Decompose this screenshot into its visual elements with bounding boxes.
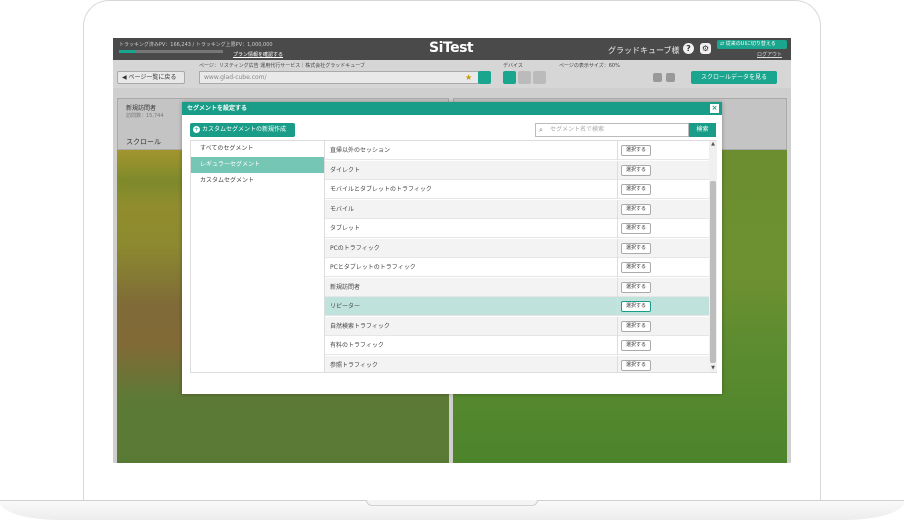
select-segment-button[interactable]: 選択する <box>621 242 651 254</box>
device-label: デバイス <box>503 63 523 69</box>
search-button[interactable]: 検索 <box>689 123 716 137</box>
segment-name: ダイレクト <box>330 166 361 174</box>
row-divider <box>617 258 618 277</box>
logout-link[interactable]: ログアウト <box>757 51 782 58</box>
row-divider <box>617 180 618 199</box>
select-segment-button[interactable]: 選択する <box>621 184 651 195</box>
segment-row: 有料のトラフィック 選択する <box>325 336 709 355</box>
segment-row: 直帰以外のセッション 選択する <box>325 141 709 160</box>
select-segment-button[interactable]: 選択する <box>621 223 651 234</box>
tablet-device-icon[interactable] <box>533 71 546 84</box>
tracking-progress <box>119 50 223 53</box>
row-divider <box>617 160 618 180</box>
modal-title: セグメントを設定する <box>187 105 248 112</box>
select-segment-button[interactable]: 選択する <box>621 320 651 332</box>
row-divider <box>617 219 618 238</box>
row-divider <box>617 277 618 297</box>
zoom-in-icon[interactable] <box>653 73 662 82</box>
back-label: ページ一覧に戻る <box>128 74 177 81</box>
create-custom-segment-button[interactable]: + カスタムセグメントの新規作成 <box>190 123 295 137</box>
segment-row: モバイルとタブレットのトラフィック 選択する <box>325 180 709 199</box>
row-divider <box>617 336 618 355</box>
back-to-pages-button[interactable]: ◀ ページ一覧に戻る <box>117 71 185 84</box>
modal-header: セグメントを設定する × <box>182 102 722 115</box>
row-divider <box>617 355 618 372</box>
select-segment-button[interactable]: 選択する <box>621 281 651 293</box>
row-divider <box>617 199 618 219</box>
segment-category-item[interactable]: レギュラーセグメント <box>191 157 324 173</box>
segment-category-item[interactable]: すべてのセグメント <box>191 141 324 157</box>
select-segment-button[interactable]: 選択する <box>621 301 651 312</box>
segment-name: 参照トラフィック <box>330 361 378 369</box>
select-segment-button[interactable]: 選択する <box>621 164 651 176</box>
panel-title: 新規訪問者 <box>126 105 157 112</box>
row-divider <box>617 238 618 258</box>
segment-name: モバイル <box>330 205 355 213</box>
scroll-down-icon[interactable]: ▼ <box>709 365 717 372</box>
page-toolbar: ◀ ページ一覧に戻る ページ：リスティング広告 運用代行サービス｜株式会社グラッ… <box>113 60 791 88</box>
top-bar: トラッキング済みPV：166,243 / トラッキング上限PV：1,000,00… <box>113 38 791 60</box>
select-segment-button[interactable]: 選択する <box>621 262 651 273</box>
close-icon[interactable]: × <box>710 104 719 113</box>
view-scroll-data-button[interactable]: スクロールデータを見る <box>691 71 777 84</box>
plan-link[interactable]: プラン情報を確認する <box>233 51 283 58</box>
search-placeholder: セグメント名で検索 <box>550 126 605 133</box>
segment-row: タブレット 選択する <box>325 219 709 238</box>
page-label: ページ：リスティング広告 運用代行サービス｜株式会社グラッドキューブ <box>199 63 365 69</box>
star-icon[interactable]: ★ <box>465 73 472 82</box>
segment-name: モバイルとタブレットのトラフィック <box>330 186 432 193</box>
segment-name: タブレット <box>330 225 361 232</box>
segment-row: 自然検索トラフィック 選択する <box>325 316 709 336</box>
gear-icon[interactable]: ⚙ <box>700 43 711 54</box>
search-icon: ⌕ <box>539 126 543 134</box>
scroll-thumb[interactable] <box>710 181 716 363</box>
row-divider <box>617 316 618 336</box>
segment-row: PCとタブレットのトラフィック 選択する <box>325 258 709 277</box>
user-name: グラッドキューブ様 <box>608 46 680 55</box>
segment-name: 自然検索トラフィック <box>330 322 390 330</box>
segment-row: モバイル 選択する <box>325 199 709 219</box>
panel-sub: 訪問数：15,744 <box>126 113 164 119</box>
segment-category-list: すべてのセグメント レギュラーセグメント カスタムセグメント <box>191 141 325 372</box>
select-segment-button[interactable]: 選択する <box>621 340 651 351</box>
row-divider <box>617 297 618 316</box>
segment-row: ダイレクト 選択する <box>325 160 709 180</box>
create-custom-segment-label: カスタムセグメントの新規作成 <box>202 126 287 133</box>
segment-search-input[interactable]: ⌕ セグメント名で検索 <box>535 123 689 137</box>
segment-row: PCのトラフィック 選択する <box>325 238 709 258</box>
select-segment-button[interactable]: 選択する <box>621 145 651 156</box>
segment-name: リピーター <box>330 303 361 310</box>
scroll-tab[interactable]: スクロール <box>126 137 161 147</box>
sitest-logo: SiTest <box>429 40 474 56</box>
switch-old-ui-button[interactable]: ⇄ 従来のUIに切り替える <box>717 40 787 49</box>
scroll-up-icon[interactable]: ▲ <box>709 141 717 148</box>
segment-row: 参照トラフィック 選択する <box>325 355 709 372</box>
segment-modal: セグメントを設定する × + カスタムセグメントの新規作成 ⌕ セグメント名で検索 … <box>182 102 722 394</box>
segment-list-scrollbar[interactable]: ▲ ▼ <box>709 141 717 372</box>
segment-name: PCのトラフィック <box>330 244 380 252</box>
settings-icon[interactable] <box>666 73 675 82</box>
page-size-label: ページの表示サイズ：60% <box>559 63 620 69</box>
segment-name: PCとタブレットのトラフィック <box>330 264 416 271</box>
segment-list: 直帰以外のセッション 選択する ダイレクト 選択する モバイルとタブレットのトラフィック… <box>325 141 709 372</box>
select-segment-button[interactable]: 選択する <box>621 203 651 215</box>
segment-list-box: すべてのセグメント レギュラーセグメント カスタムセグメント 直帰以外のセッション選… <box>190 140 717 373</box>
segment-name: 有料のトラフィック <box>330 342 384 349</box>
help-icon[interactable]: ? <box>683 43 694 54</box>
segment-row: リピーター 選択する <box>325 297 709 316</box>
url-field[interactable]: www.glad-cube.com/ <box>199 71 479 84</box>
segment-name: 新規訪問者 <box>330 283 361 291</box>
tracking-progress-fill <box>119 50 137 53</box>
row-divider <box>617 141 618 160</box>
mobile-device-icon[interactable] <box>518 71 531 84</box>
plus-icon: + <box>193 126 200 133</box>
pc-device-icon[interactable] <box>503 71 516 84</box>
segment-name: 直帰以外のセッション <box>330 147 391 154</box>
page-icon[interactable] <box>478 71 491 84</box>
tracking-text: トラッキング済みPV：166,243 / トラッキング上限PV：1,000,00… <box>119 42 273 48</box>
segment-category-item[interactable]: カスタムセグメント <box>191 173 324 189</box>
segment-row: 新規訪問者 選択する <box>325 277 709 297</box>
laptop-notch <box>366 500 538 506</box>
select-segment-button[interactable]: 選択する <box>621 359 651 371</box>
